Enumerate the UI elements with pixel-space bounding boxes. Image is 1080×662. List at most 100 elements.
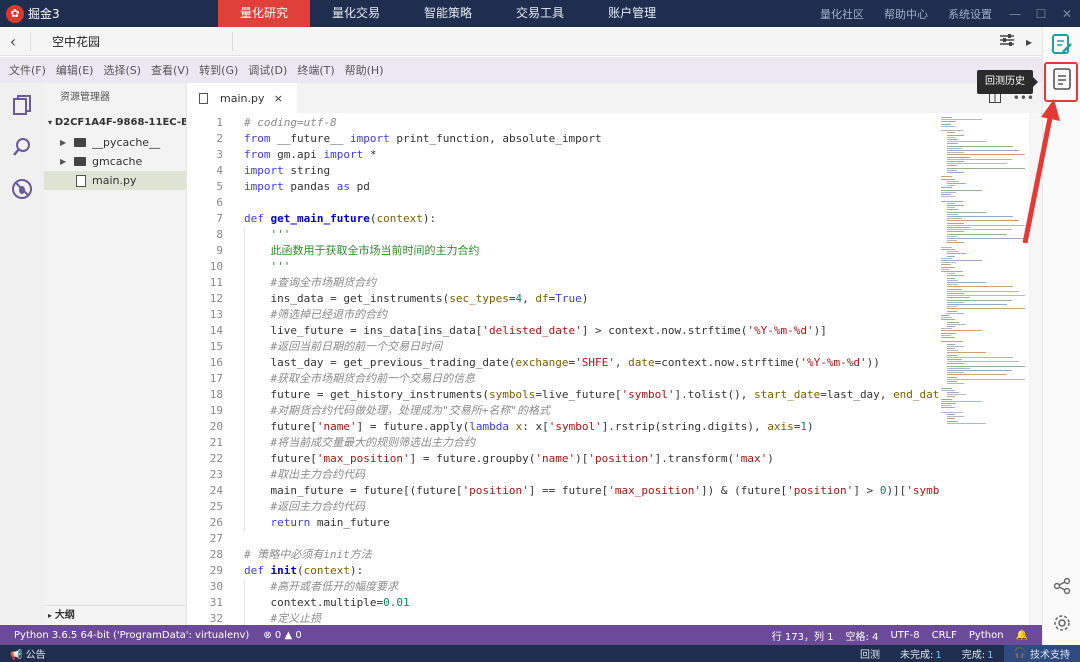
project-root[interactable]: ▾ D2CF1A4F-9868-11EC-BAB...	[44, 113, 186, 133]
menu-item-0[interactable]: 文件(F)	[4, 62, 51, 78]
tree-item-main-py[interactable]: main.py	[44, 171, 186, 190]
file-encoding[interactable]: UTF-8	[890, 630, 919, 641]
code-line: 17 #获取全市场期货合约前一个交易日的信息	[187, 371, 939, 387]
tree-item-gmcache[interactable]: ▶ gmcache	[44, 152, 186, 171]
code-text: #定义止损	[244, 611, 322, 625]
minimap-line	[947, 418, 955, 420]
code-line: 19 #对期货合约代码做处理，处理成为"交易所+名称"的格式	[187, 403, 939, 419]
python-interpreter[interactable]: Python 3.6.5 64-bit ('ProgramData': virt…	[14, 630, 249, 641]
gear-icon[interactable]	[1051, 612, 1073, 634]
tree-item-pycache[interactable]: ▶ __pycache__	[44, 133, 186, 152]
complete-count[interactable]: 完成: 1	[952, 646, 1004, 661]
menu-item-3[interactable]: 查看(V)	[146, 62, 194, 78]
outline-section[interactable]: ▸ 大纲	[44, 605, 186, 625]
back-arrow-icon[interactable]: ‹	[0, 27, 26, 56]
bell-icon[interactable]: 🔔	[1016, 630, 1028, 641]
minimap-line	[941, 191, 956, 193]
language-mode[interactable]: Python	[969, 630, 1004, 641]
indent-spaces[interactable]: 空格: 4	[846, 628, 879, 643]
menu-item-2[interactable]: 选择(S)	[98, 62, 146, 78]
line-number: 25	[209, 500, 223, 513]
minimap-line	[947, 370, 1012, 371]
minimize-icon[interactable]: —	[1002, 0, 1028, 27]
expand-arrow-icon[interactable]: ▸	[1026, 35, 1032, 49]
tree-item-label: __pycache__	[92, 136, 161, 149]
explorer-title: 资源管理器	[60, 92, 110, 103]
menu-item-4[interactable]: 转到(G)	[194, 62, 243, 78]
minimap-line	[947, 207, 955, 209]
close-icon[interactable]: ✕	[1054, 0, 1080, 27]
minimap-line	[947, 136, 955, 138]
minimap-line	[941, 398, 952, 400]
activity-bar	[0, 83, 44, 625]
debug-bug-icon[interactable]	[10, 177, 34, 201]
line-number: 32	[209, 612, 223, 625]
code-token: # 策略中必须有init方法	[244, 548, 372, 561]
minimap-line	[947, 167, 1025, 169]
code-token: future[	[244, 420, 317, 433]
code-token: main_future	[310, 516, 390, 529]
incomplete-value: 1	[935, 650, 942, 661]
tab-close-icon[interactable]: ×	[274, 92, 283, 105]
status-left: Python 3.6.5 64-bit ('ProgramData': virt…	[0, 630, 302, 641]
menu-item-5[interactable]: 调试(D)	[243, 62, 292, 78]
maximize-icon[interactable]: ☐	[1028, 0, 1054, 27]
code-text: future = get_history_instruments(symbols…	[244, 387, 939, 403]
code-token: ] = future.groupby(	[409, 452, 536, 465]
announcement-button[interactable]: 📢 公告	[0, 646, 56, 661]
nav-tab-1[interactable]: 量化交易	[310, 0, 402, 27]
backtest-label[interactable]: 回测	[850, 646, 890, 661]
menu-item-6[interactable]: 终端(T)	[292, 62, 339, 78]
code-token: 'symbol'	[621, 388, 675, 401]
tech-support-button[interactable]: 🎧 技术支持	[1003, 645, 1080, 662]
code-area[interactable]: 1 # coding=utf-8 2 from __future__ import p…	[187, 113, 939, 625]
code-token: symbols	[489, 388, 536, 401]
menu-item-7[interactable]: 帮助(H)	[340, 62, 389, 78]
community-link[interactable]: 量化社区	[810, 6, 874, 22]
code-line: 28 # 策略中必须有init方法	[187, 547, 939, 563]
code-text: context.multiple=0.01	[244, 595, 409, 611]
help-center-link[interactable]: 帮助中心	[874, 6, 938, 22]
code-token: string	[283, 164, 331, 177]
minimap-line	[947, 251, 959, 253]
explorer-panel: 资源管理器 ▾ D2CF1A4F-9868-11EC-BAB... ▶ __py…	[44, 83, 187, 625]
nav-tab-2[interactable]: 智能策略	[402, 0, 494, 27]
code-token: exchange	[515, 356, 569, 369]
line-ending[interactable]: CRLF	[932, 630, 957, 641]
minimap-line	[947, 326, 955, 327]
code-token: ].transform(	[654, 452, 735, 465]
share-icon[interactable]	[1051, 575, 1073, 597]
search-icon[interactable]	[10, 135, 34, 159]
minimap-line	[941, 130, 963, 132]
minimap-line	[947, 414, 955, 415]
code-token: )	[807, 420, 814, 433]
menu-item-1[interactable]: 编辑(E)	[51, 62, 99, 78]
incomplete-count[interactable]: 未完成: 1	[890, 646, 952, 661]
minimap-line	[941, 411, 963, 413]
code-token: __future__	[270, 132, 350, 145]
minimap-line	[947, 392, 959, 393]
line-number: 20	[209, 420, 223, 433]
nav-tab-3[interactable]: 交易工具	[494, 0, 586, 27]
minimap-line	[947, 279, 958, 281]
minimap-line	[947, 350, 958, 352]
tab-label: main.py	[220, 91, 265, 105]
top-right-area: 量化社区 帮助中心 系统设置 — ☐ ✕	[810, 0, 1080, 27]
tab-main-py[interactable]: main.py ×	[187, 83, 297, 113]
code-line: 25 #返回主力合约代码	[187, 499, 939, 515]
code-token: =last_day,	[820, 388, 894, 401]
nav-tab-4[interactable]: 账户管理	[586, 0, 678, 27]
code-text: #返回主力合约代码	[244, 499, 366, 515]
cursor-position[interactable]: 行 173，列 1	[772, 628, 834, 643]
system-settings-link[interactable]: 系统设置	[938, 6, 1002, 22]
filter-settings-icon[interactable]	[999, 34, 1014, 49]
code-text: import pandas as pd	[244, 179, 370, 195]
strategy-edit-icon[interactable]	[1051, 33, 1073, 55]
nav-tab-0[interactable]: 量化研究	[218, 0, 311, 27]
problems-indicator[interactable]: ⊗ 0 ▲ 0	[263, 630, 301, 641]
explorer-files-icon[interactable]	[10, 93, 34, 117]
status-right: 行 173，列 1 空格: 4 UTF-8 CRLF Python 🔔	[772, 625, 1028, 645]
code-token: return	[270, 516, 311, 529]
code-text: last_day = get_previous_trading_date(exc…	[244, 355, 879, 371]
code-token: get_main_future	[270, 212, 370, 225]
